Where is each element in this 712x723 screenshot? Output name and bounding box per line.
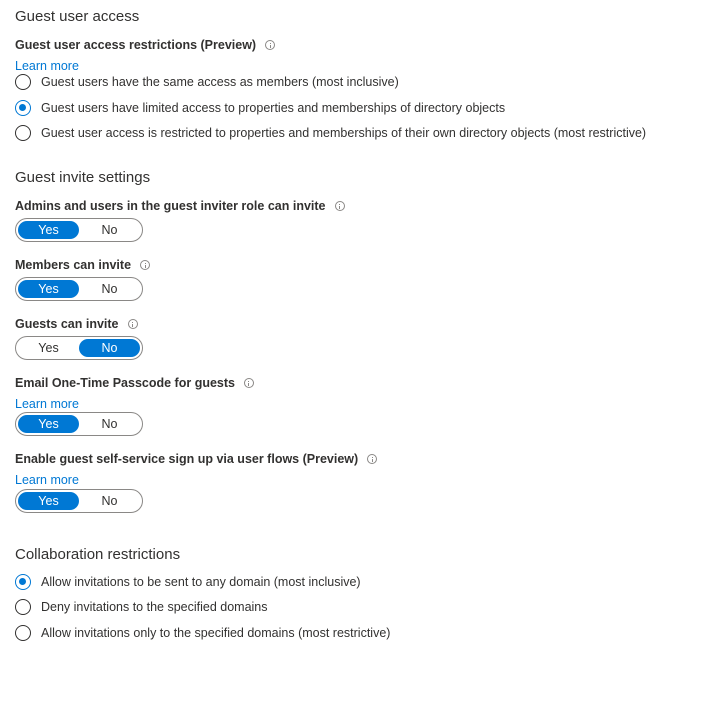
email-otp-label: Email One-Time Passcode for guests — [15, 376, 254, 390]
radio-label: Allow invitations to be sent to any doma… — [41, 575, 361, 589]
guest-access-option-same-as-members[interactable]: Guest users have the same access as memb… — [15, 74, 399, 90]
info-icon[interactable] — [243, 378, 254, 388]
toggle-yes-option[interactable]: Yes — [18, 492, 79, 510]
self-service-signup-toggle[interactable]: Yes No — [15, 489, 143, 513]
info-icon[interactable] — [334, 201, 345, 211]
radio-button[interactable] — [15, 125, 31, 141]
members-can-invite-toggle[interactable]: Yes No — [15, 277, 143, 301]
radio-button-selected[interactable] — [15, 100, 31, 116]
collab-option-deny-specified[interactable]: Deny invitations to the specified domain… — [15, 599, 268, 615]
toggle-no-option[interactable]: No — [79, 415, 140, 433]
guests-can-invite-label: Guests can invite — [15, 317, 138, 331]
toggle-no-option[interactable]: No — [79, 280, 140, 298]
info-icon[interactable] — [367, 454, 378, 464]
email-otp-toggle[interactable]: Yes No — [15, 412, 143, 436]
info-icon[interactable] — [140, 260, 151, 270]
admins-can-invite-label-text: Admins and users in the guest inviter ro… — [15, 199, 326, 213]
toggle-no-option[interactable]: No — [79, 339, 140, 357]
guest-access-option-restricted[interactable]: Guest user access is restricted to prope… — [15, 125, 646, 141]
toggle-yes-option[interactable]: Yes — [18, 280, 79, 298]
admins-can-invite-toggle[interactable]: Yes No — [15, 218, 143, 242]
guest-access-restrictions-label: Guest user access restrictions (Preview) — [15, 38, 276, 52]
guests-can-invite-toggle[interactable]: Yes No — [15, 336, 143, 360]
guest-access-restrictions-label-text: Guest user access restrictions (Preview) — [15, 38, 257, 52]
toggle-no-option[interactable]: No — [79, 221, 140, 239]
toggle-yes-option[interactable]: Yes — [18, 339, 79, 357]
admins-can-invite-label: Admins and users in the guest inviter ro… — [15, 199, 345, 213]
collab-option-any-domain[interactable]: Allow invitations to be sent to any doma… — [15, 574, 361, 590]
radio-label: Guest user access is restricted to prope… — [41, 126, 647, 140]
radio-label: Guest users have limited access to prope… — [41, 101, 506, 115]
members-can-invite-label-text: Members can invite — [15, 258, 132, 272]
guests-can-invite-label-text: Guests can invite — [15, 317, 119, 331]
toggle-yes-option[interactable]: Yes — [18, 415, 79, 433]
radio-label: Allow invitations only to the specified … — [41, 626, 391, 640]
radio-button[interactable] — [15, 625, 31, 641]
guest-user-access-heading: Guest user access — [15, 8, 140, 25]
radio-button[interactable] — [15, 74, 31, 90]
email-otp-label-text: Email One-Time Passcode for guests — [15, 376, 235, 390]
self-service-signup-label-text: Enable guest self-service sign up via us… — [15, 452, 359, 466]
guest-access-option-limited[interactable]: Guest users have limited access to prope… — [15, 100, 505, 116]
radio-button[interactable] — [15, 599, 31, 615]
collab-option-allow-only-specified[interactable]: Allow invitations only to the specified … — [15, 625, 390, 641]
radio-label: Deny invitations to the specified domain… — [41, 600, 268, 614]
radio-label: Guest users have the same access as memb… — [41, 75, 399, 89]
info-icon[interactable] — [127, 319, 138, 329]
members-can-invite-label: Members can invite — [15, 258, 151, 272]
self-service-signup-learn-more-link[interactable]: Learn more — [15, 473, 79, 487]
guest-invite-settings-heading: Guest invite settings — [15, 169, 151, 186]
info-icon[interactable] — [265, 40, 276, 50]
toggle-no-option[interactable]: No — [79, 492, 140, 510]
radio-button-selected[interactable] — [15, 574, 31, 590]
self-service-signup-label: Enable guest self-service sign up via us… — [15, 452, 378, 466]
toggle-yes-option[interactable]: Yes — [18, 221, 79, 239]
guest-access-learn-more-link[interactable]: Learn more — [15, 59, 79, 73]
collaboration-restrictions-heading: Collaboration restrictions — [15, 546, 181, 563]
email-otp-learn-more-link[interactable]: Learn more — [15, 397, 79, 411]
